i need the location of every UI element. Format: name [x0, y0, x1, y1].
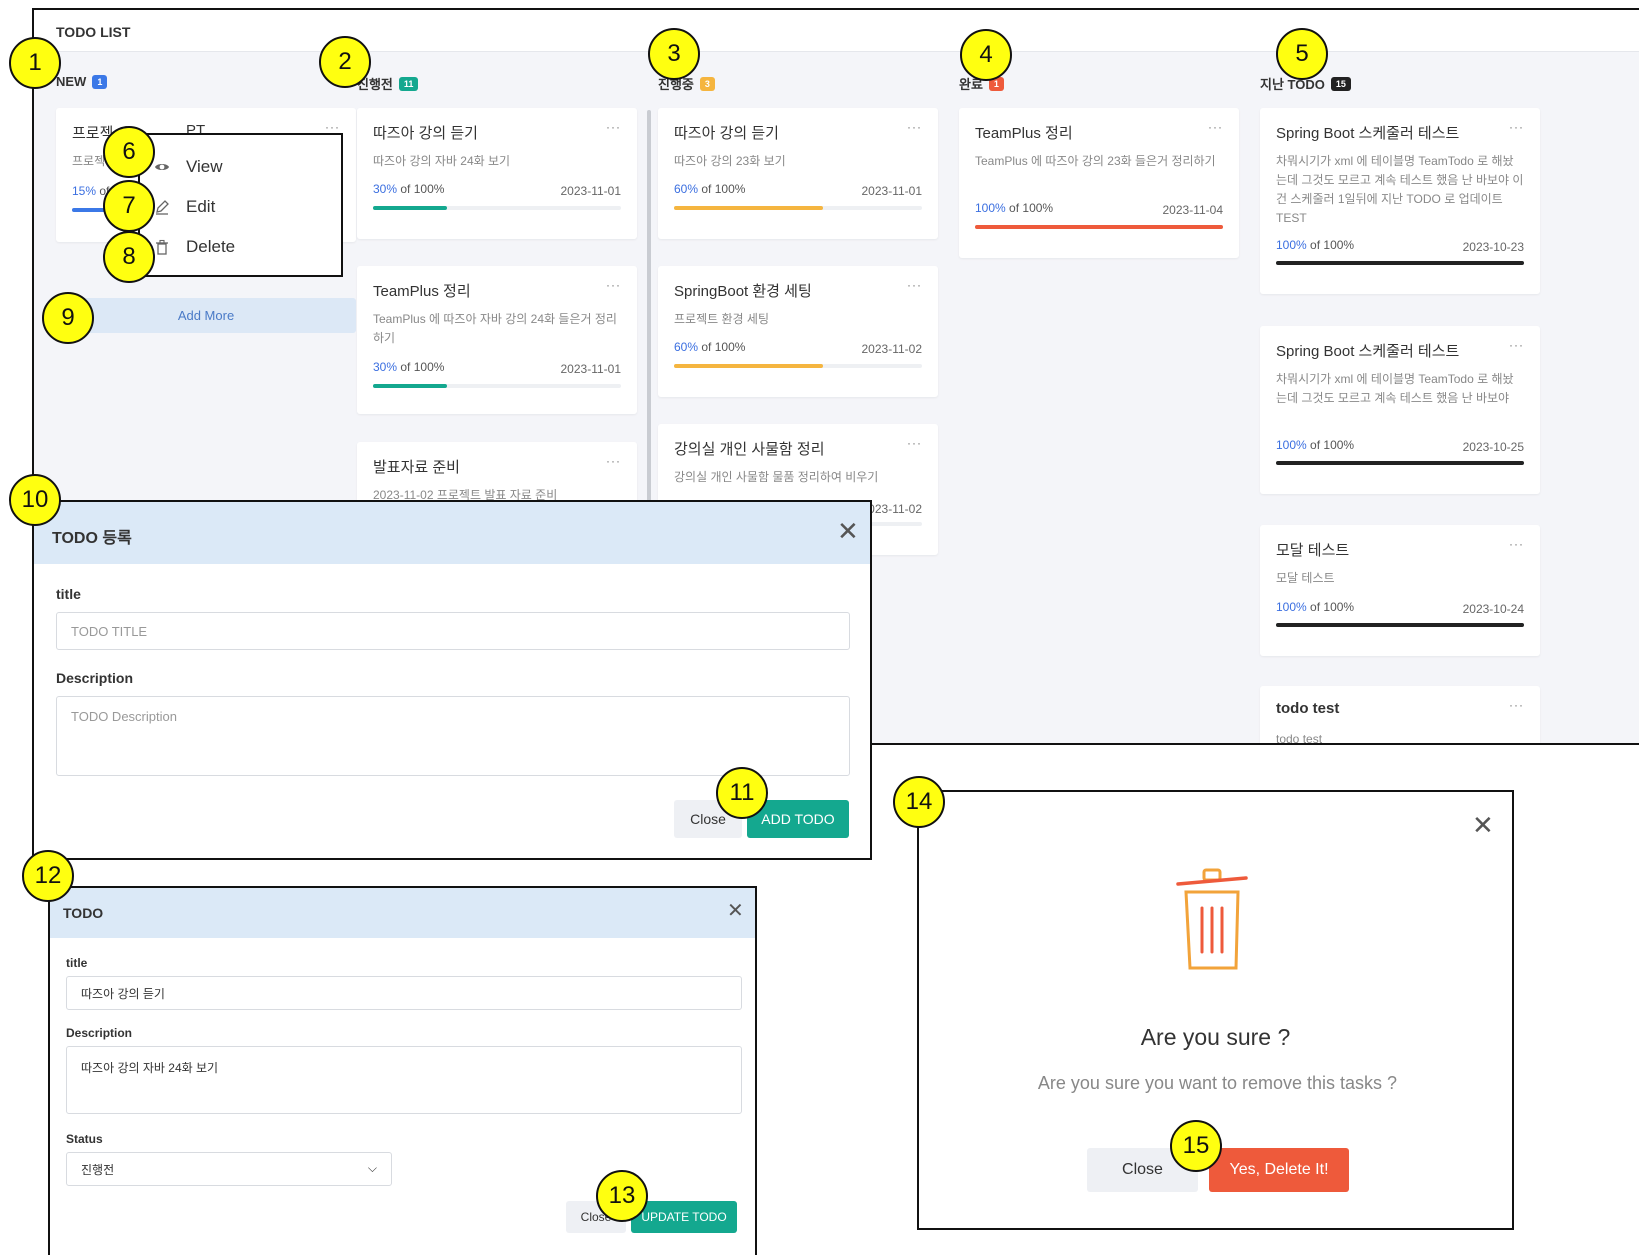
- progress-bar: [674, 206, 922, 210]
- card-menu-button[interactable]: ···: [606, 454, 621, 468]
- marker-13: 13: [596, 1170, 648, 1222]
- count-badge: 1: [92, 74, 108, 89]
- board-header: TODO LIST: [34, 10, 1639, 52]
- delete-confirm-button[interactable]: Yes, Delete It!: [1209, 1148, 1349, 1192]
- confirm-message: Are you sure you want to remove this tas…: [1037, 1073, 1398, 1093]
- chevron-down-icon: ⌵: [367, 1161, 377, 1175]
- marker-3: 3: [648, 28, 700, 80]
- modal-header: TODO ✕: [50, 888, 755, 938]
- menu-item-edit[interactable]: Edit: [154, 197, 215, 217]
- todo-card[interactable]: todo test ··· todo test: [1260, 686, 1540, 743]
- card-menu-button[interactable]: ···: [1509, 698, 1524, 712]
- trash-icon: [1176, 868, 1248, 970]
- marker-12: 12: [22, 850, 74, 902]
- title-input[interactable]: 따즈아 강의 듣기: [66, 976, 742, 1010]
- close-icon[interactable]: ✕: [837, 516, 859, 547]
- marker-10: 10: [9, 474, 61, 526]
- close-icon[interactable]: ✕: [1472, 810, 1494, 841]
- card-menu-button[interactable]: ···: [1208, 120, 1223, 134]
- count-badge: 15: [1330, 76, 1351, 91]
- modal-title: TODO: [63, 905, 104, 921]
- card-menu-button[interactable]: ···: [1509, 338, 1524, 352]
- card-menu-button[interactable]: ···: [325, 120, 340, 134]
- todo-card[interactable]: 모달 테스트 ··· 모달 테스트 100% of 100% 2023-10-2…: [1260, 525, 1540, 656]
- progress-bar: [1276, 261, 1524, 265]
- todo-card[interactable]: Spring Boot 스케줄러 테스트 ··· 차뭐시기가 xml 에 테이블…: [1260, 326, 1540, 494]
- description-textarea[interactable]: 따즈아 강의 자바 24화 보기: [66, 1046, 742, 1114]
- todo-card[interactable]: 따즈아 강의 듣기 ··· 따즈아 강의 자바 24화 보기 30% of 10…: [357, 108, 637, 239]
- marker-2: 2: [319, 36, 371, 88]
- card-menu-button[interactable]: ···: [907, 436, 922, 450]
- progress-bar: [1276, 461, 1524, 465]
- modal-title: TODO 등록: [52, 530, 132, 547]
- marker-15: 15: [1170, 1120, 1222, 1172]
- description-textarea[interactable]: TODO Description: [56, 696, 850, 776]
- menu-item-view[interactable]: View: [154, 157, 223, 177]
- close-icon[interactable]: ✕: [727, 898, 744, 923]
- eye-icon: [155, 164, 169, 170]
- pencil-icon: [156, 200, 169, 215]
- card-menu-button[interactable]: ···: [606, 120, 621, 134]
- todo-card[interactable]: TeamPlus 정리 ··· TeamPlus 에 따즈아 강의 23화 들은…: [959, 108, 1239, 258]
- marker-9: 9: [42, 292, 94, 344]
- card-menu-button[interactable]: ···: [1509, 120, 1524, 134]
- progress-bar: [373, 206, 621, 210]
- menu-item-delete[interactable]: Delete: [154, 237, 235, 257]
- card-context-menu: View Edit Delete: [138, 133, 343, 277]
- trash-icon: [156, 239, 168, 255]
- add-more-button[interactable]: Add More: [56, 298, 356, 333]
- card-menu-button[interactable]: ···: [1509, 537, 1524, 551]
- board-title: TODO LIST: [56, 24, 131, 40]
- card-menu-button[interactable]: ···: [606, 278, 621, 292]
- todo-card[interactable]: 따즈아 강의 듣기 ··· 따즈아 강의 23화 보기 60% of 100% …: [658, 108, 938, 239]
- marker-6: 6: [103, 126, 155, 178]
- delete-confirm-modal: ✕ Are you sure ? Are you sure you want t…: [917, 790, 1514, 1230]
- todo-card[interactable]: Spring Boot 스케줄러 테스트 ··· 차뭐시기가 xml 에 테이블…: [1260, 108, 1540, 294]
- update-todo-button[interactable]: UPDATE TODO: [631, 1201, 737, 1233]
- progress-bar: [975, 225, 1223, 229]
- count-badge: 11: [398, 76, 419, 91]
- column-scrollbar[interactable]: [647, 110, 651, 550]
- marker-5: 5: [1276, 28, 1328, 80]
- marker-8: 8: [103, 231, 155, 283]
- marker-4: 4: [960, 29, 1012, 81]
- marker-14: 14: [893, 776, 945, 828]
- marker-1: 1: [9, 37, 61, 89]
- progress-bar: [674, 364, 922, 368]
- marker-11: 11: [716, 767, 768, 819]
- marker-7: 7: [103, 180, 155, 232]
- column-header-new: NEW 1: [56, 74, 108, 89]
- card-menu-button[interactable]: ···: [907, 278, 922, 292]
- card-menu-button[interactable]: ···: [907, 120, 922, 134]
- modal-header: TODO 등록 ✕: [34, 502, 870, 564]
- count-badge: 3: [699, 76, 715, 91]
- todo-card[interactable]: TeamPlus 정리 ··· TeamPlus 에 따즈아 자바 강의 24화…: [357, 266, 637, 414]
- confirm-title: Are you sure ?: [1140, 1024, 1291, 1050]
- edit-todo-modal: TODO ✕ title 따즈아 강의 듣기 Description 따즈아 강…: [48, 886, 757, 1255]
- progress-bar: [1276, 623, 1524, 627]
- title-input[interactable]: TODO TITLE: [56, 612, 850, 650]
- progress-bar: [373, 384, 621, 388]
- status-select[interactable]: 진행전 ⌵: [66, 1152, 392, 1186]
- todo-card[interactable]: SpringBoot 환경 세팅 ··· 프로젝트 환경 세팅 60% of 1…: [658, 266, 938, 397]
